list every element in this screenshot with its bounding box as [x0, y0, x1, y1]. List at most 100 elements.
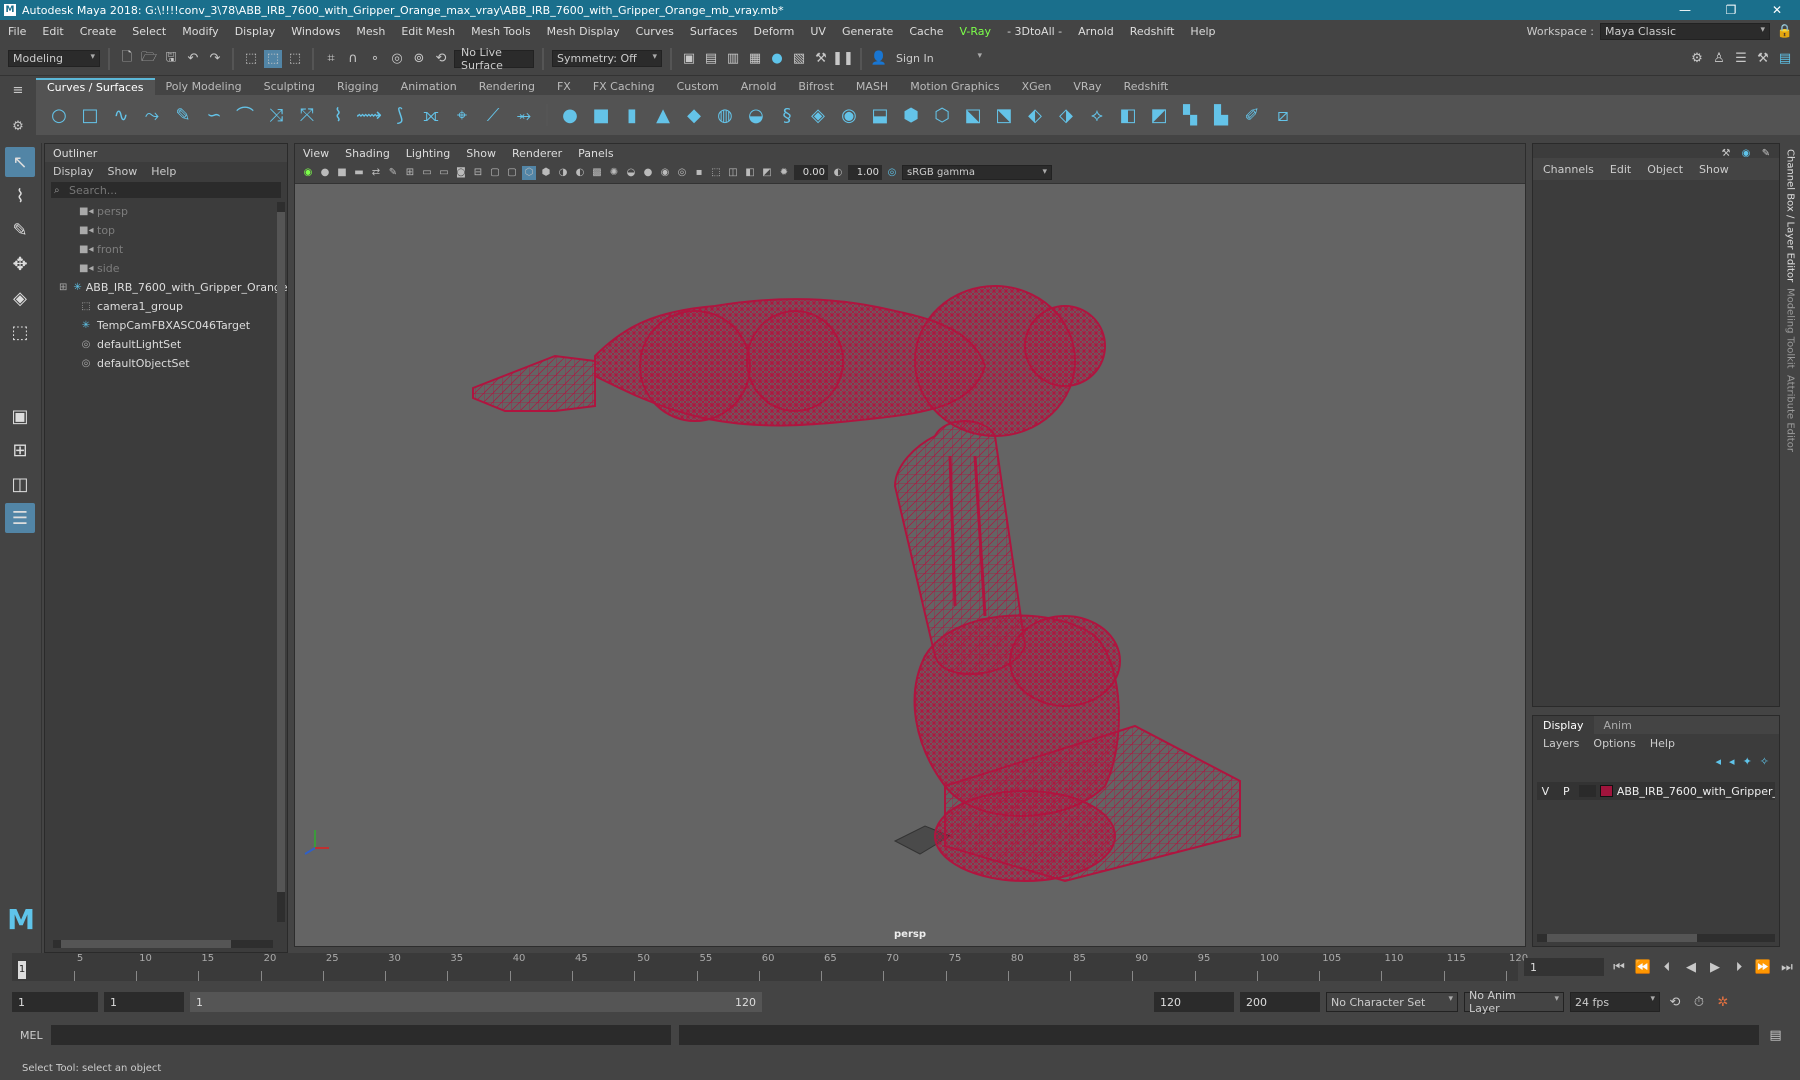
bezier-tool-icon[interactable]: ⥇ — [511, 102, 537, 128]
layer-color-swatch[interactable] — [1599, 785, 1613, 797]
outliner-menu-display[interactable]: Display — [53, 165, 94, 178]
redo-icon[interactable]: ↷ — [206, 50, 224, 68]
nurbs-cube-icon[interactable]: ■ — [588, 102, 614, 128]
persp-outliner-layout-icon[interactable]: ◫ — [5, 469, 35, 499]
expand-icon[interactable]: ⊞ — [59, 282, 67, 293]
command-input[interactable] — [50, 1025, 671, 1045]
new-scene-icon[interactable]: 🗋 — [118, 50, 136, 68]
undo-icon[interactable]: ↶ — [184, 50, 202, 68]
play-forwards-icon[interactable]: ▶ — [1706, 958, 1724, 976]
open-scene-icon[interactable]: 🗁 — [140, 50, 158, 68]
extend-curve-icon[interactable]: ⟿ — [356, 102, 382, 128]
new-layer-selected-icon[interactable]: ✧ — [1760, 755, 1769, 768]
extrude-icon[interactable]: ◉ — [836, 102, 862, 128]
paint-select-tool-icon[interactable]: ✎ — [5, 215, 35, 245]
close-button[interactable]: ✕ — [1754, 3, 1800, 17]
image-plane-icon[interactable]: ▬ — [352, 166, 366, 180]
nurbs-plane-icon[interactable]: ◆ — [681, 102, 707, 128]
shelf-tab-rigging[interactable]: Rigging — [326, 78, 390, 95]
rotate-tool-icon[interactable]: ◈ — [5, 283, 35, 313]
xray-icon[interactable]: ◫ — [726, 166, 740, 180]
menu-mesh-tools[interactable]: Mesh Tools — [463, 25, 539, 38]
menu-curves[interactable]: Curves — [628, 25, 682, 38]
render-view-icon[interactable]: ▧ — [790, 50, 808, 68]
anim-layer-dropdown[interactable]: No Anim Layer — [1464, 989, 1564, 1015]
single-perspective-layout-icon[interactable]: ▣ — [5, 401, 35, 431]
nurbs-cylinder-icon[interactable]: ▮ — [619, 102, 645, 128]
snap-view-plane-icon[interactable]: ◎ — [388, 50, 406, 68]
detach-surfaces-icon[interactable]: ▚ — [1177, 102, 1203, 128]
viewport-menu-shading[interactable]: Shading — [345, 147, 390, 160]
channel-box-view-icon[interactable]: ◉ — [1739, 146, 1753, 160]
viewport-menu-show[interactable]: Show — [466, 147, 496, 160]
save-scene-icon[interactable]: 🖫 — [162, 50, 180, 68]
menu-help[interactable]: Help — [1182, 25, 1223, 38]
outliner-item[interactable]: ⬚ camera1_group — [45, 297, 287, 316]
channel-box-pin-icon[interactable]: ✎ — [1759, 146, 1773, 160]
playback-start-field[interactable]: 1 — [104, 992, 184, 1012]
menu-mesh-display[interactable]: Mesh Display — [539, 25, 628, 38]
shelf-settings-icon[interactable]: ⚙ — [9, 117, 27, 135]
nurbs-sphere-icon[interactable]: ● — [557, 102, 583, 128]
menu-vray[interactable]: V-Ray — [952, 25, 1000, 38]
pause-icon[interactable]: ❚❚ — [832, 50, 854, 68]
insert-knot-icon[interactable]: ⌇ — [325, 102, 351, 128]
lasso-tool-icon[interactable]: ⌇ — [5, 181, 35, 211]
color-management-icon[interactable]: ◎ — [885, 166, 899, 180]
surface-editing-icon[interactable]: ⧄ — [1270, 102, 1296, 128]
bevel-plus-icon[interactable]: ⬢ — [898, 102, 924, 128]
menu-3dtoall[interactable]: - 3DtoAll - — [999, 25, 1070, 38]
menu-mesh[interactable]: Mesh — [348, 25, 393, 38]
shelf-tab-curves-surfaces[interactable]: Curves / Surfaces — [36, 78, 155, 95]
grease-pencil-icon[interactable]: ✎ — [386, 166, 400, 180]
arc-tool-icon[interactable]: ⌒ — [232, 102, 258, 128]
select-camera-icon[interactable]: ◉ — [301, 166, 315, 180]
command-language-label[interactable]: MEL — [20, 1029, 43, 1042]
vray-render-icon[interactable]: ⚒ — [812, 50, 830, 68]
attach-curves-icon[interactable]: ⤨ — [263, 102, 289, 128]
ep-curve-icon[interactable]: ⤳ — [139, 102, 165, 128]
sign-in-dropdown[interactable]: Sign In — [892, 50, 986, 67]
resolution-gate-icon[interactable]: ▭ — [437, 166, 451, 180]
shadows-icon[interactable]: ◒ — [624, 166, 638, 180]
layer-menu-help[interactable]: Help — [1650, 737, 1675, 750]
shelf-tab-fx[interactable]: FX — [546, 78, 582, 95]
cv-curve-icon[interactable]: ∿ — [108, 102, 134, 128]
wireframe-icon[interactable]: ⬡ — [522, 165, 536, 180]
menu-set-dropdown[interactable]: Modeling — [8, 50, 100, 67]
character-controls-icon[interactable]: ♙ — [1710, 50, 1728, 68]
bezier-curve-icon[interactable]: ∽ — [201, 102, 227, 128]
anti-aliasing-icon[interactable]: ◎ — [675, 166, 689, 180]
outliner-menu-show[interactable]: Show — [108, 165, 138, 178]
outliner-item[interactable]: ◎ defaultLightSet — [45, 335, 287, 354]
minimize-button[interactable]: — — [1662, 3, 1708, 17]
step-forward-key-icon[interactable]: ⏩ — [1754, 958, 1772, 976]
symmetry-dropdown[interactable]: Symmetry: Off — [552, 50, 662, 67]
outliner-horizontal-scrollbar[interactable] — [53, 940, 273, 948]
layer-horizontal-scrollbar[interactable] — [1537, 934, 1775, 942]
viewport-menu-view[interactable]: View — [303, 147, 329, 160]
bookmark-icon[interactable]: ■ — [335, 166, 349, 180]
rebuild-curve-icon[interactable]: ⟗ — [418, 102, 444, 128]
menu-create[interactable]: Create — [72, 25, 125, 38]
shelf-tab-custom[interactable]: Custom — [666, 78, 730, 95]
revolve-icon[interactable]: ◒ — [743, 102, 769, 128]
insert-isoparms-icon[interactable]: ▙ — [1208, 102, 1234, 128]
nurbs-cone-icon[interactable]: ▲ — [650, 102, 676, 128]
shelf-tab-arnold[interactable]: Arnold — [730, 78, 788, 95]
layer-visibility-toggle[interactable]: V — [1537, 785, 1554, 798]
snap-point-icon[interactable]: ∘ — [366, 50, 384, 68]
side-tab-channel-box[interactable]: Channel Box / Layer Editor — [1785, 149, 1796, 282]
attribute-editor-icon[interactable]: ☰ — [1732, 50, 1750, 68]
step-forward-frame-icon[interactable]: ⏵ — [1730, 958, 1748, 976]
camera-attributes-icon[interactable]: ● — [318, 166, 332, 180]
layer-menu-layers[interactable]: Layers — [1543, 737, 1579, 750]
select-tool-icon[interactable]: ↖ — [5, 147, 35, 177]
select-component-icon[interactable]: ⬚ — [286, 50, 304, 68]
channels-menu-channels[interactable]: Channels — [1543, 163, 1594, 176]
shelf-tab-sculpting[interactable]: Sculpting — [253, 78, 326, 95]
layer-reference-toggle[interactable] — [1578, 785, 1596, 797]
outliner-vertical-scrollbar[interactable] — [277, 202, 285, 922]
play-backwards-icon[interactable]: ◀ — [1682, 958, 1700, 976]
current-time-marker[interactable]: 1 — [18, 961, 26, 979]
